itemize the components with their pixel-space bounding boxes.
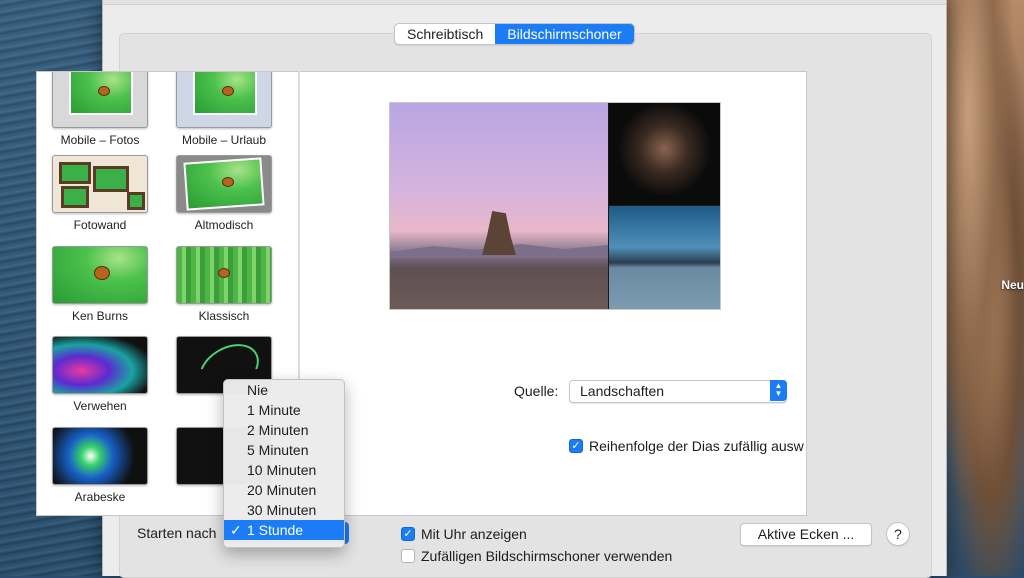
- screensaver-label: Altmodisch: [194, 218, 254, 232]
- ladybug-icon: [223, 87, 233, 95]
- desktop-item-label[interactable]: Neu: [1001, 278, 1024, 292]
- preview-photo-top: [609, 103, 720, 205]
- menu-item-10-minuten[interactable]: 10 Minuten: [224, 460, 344, 480]
- screensaver-label: Mobile – Fotos: [60, 133, 140, 147]
- hot-corners-button[interactable]: Aktive Ecken ...: [740, 523, 872, 546]
- menu-item-label: Nie: [247, 382, 269, 398]
- source-popup[interactable]: Landschaften ▲ ▼: [569, 380, 787, 403]
- source-label: Quelle:: [514, 383, 559, 399]
- screensaver-thumbnail: [52, 72, 148, 128]
- shuffle-checkbox[interactable]: ✓: [569, 439, 583, 453]
- help-button[interactable]: ?: [886, 522, 910, 546]
- screensaver-tile[interactable]: Mobile – Urlaub: [176, 72, 272, 147]
- screensaver-label: Ken Burns: [71, 309, 129, 323]
- window-top-edge: [103, 0, 946, 5]
- random-saver-row[interactable]: Zufälligen Bildschirmschoner verwenden: [401, 548, 672, 564]
- shuffle-label: Reihenfolge der Dias zufällig ausw: [589, 438, 804, 454]
- menu-item-label: 2 Minuten: [247, 422, 309, 438]
- menu-item-label: 1 Minute: [247, 402, 301, 418]
- ladybug-icon: [95, 267, 109, 279]
- screensaver-label: Mobile – Urlaub: [181, 133, 267, 147]
- source-popup-value: Landschaften: [580, 383, 665, 399]
- menu-item-20-minuten[interactable]: 20 Minuten: [224, 480, 344, 500]
- screensaver-thumbnail: [176, 246, 272, 304]
- ladybug-icon: [223, 178, 233, 186]
- screensaver-tile[interactable]: Arabeske: [52, 427, 148, 504]
- screensaver-label: Arabeske: [74, 490, 126, 504]
- random-saver-checkbox[interactable]: [401, 549, 415, 563]
- screensaver-label: Verwehen: [73, 399, 127, 413]
- screensaver-label: Klassisch: [198, 309, 250, 323]
- start-after-label: Starten nach: [137, 525, 217, 541]
- menu-item-5-minuten[interactable]: 5 Minuten: [224, 440, 344, 460]
- menu-item-1-stunde[interactable]: ✓ 1 Stunde: [224, 520, 344, 540]
- checkmark-icon: ✓: [230, 522, 242, 538]
- tab-segmented-control: Schreibtisch Bildschirmschoner: [394, 23, 635, 45]
- up-down-arrows-icon: ▲ ▼: [770, 380, 787, 401]
- random-saver-label: Zufälligen Bildschirmschoner verwenden: [421, 548, 673, 564]
- screensaver-preview: [389, 102, 721, 310]
- screensaver-thumbnail: [52, 336, 148, 394]
- screensaver-label: Fotowand: [73, 218, 127, 232]
- screensaver-thumbnail: [176, 72, 272, 128]
- tab-bildschirmschoner[interactable]: Bildschirmschoner: [495, 24, 634, 44]
- show-clock-row[interactable]: ✓ Mit Uhr anzeigen: [401, 526, 527, 542]
- screensaver-thumbnail: [52, 246, 148, 304]
- screensaver-tile[interactable]: Altmodisch: [176, 155, 272, 232]
- menu-item-2-minuten[interactable]: 2 Minuten: [224, 420, 344, 440]
- screensaver-thumbnail: [176, 155, 272, 213]
- menu-item-nie[interactable]: Nie: [224, 380, 344, 400]
- start-after-menu: Nie 1 Minute 2 Minuten 5 Minuten 10 Minu…: [223, 379, 345, 548]
- preview-photo-main: [390, 103, 608, 309]
- preview-photo-bottom: [609, 206, 720, 309]
- show-clock-checkbox[interactable]: ✓: [401, 527, 415, 541]
- shuffle-checkbox-row[interactable]: ✓ Reihenfolge der Dias zufällig ausw: [569, 438, 804, 454]
- tab-schreibtisch[interactable]: Schreibtisch: [395, 24, 495, 44]
- screensaver-tile[interactable]: Ken Burns: [52, 246, 148, 323]
- screensaver-tile[interactable]: Fotowand: [52, 155, 148, 232]
- menu-item-label: 10 Minuten: [247, 462, 317, 478]
- ladybug-icon: [219, 269, 229, 277]
- screensaver-thumbnail: [52, 427, 148, 485]
- screensaver-thumbnail: [52, 155, 148, 213]
- menu-item-30-minuten[interactable]: 30 Minuten: [224, 500, 344, 520]
- screensaver-tile[interactable]: Klassisch: [176, 246, 272, 323]
- menu-item-label: 1 Stunde: [247, 522, 304, 538]
- screensaver-tile[interactable]: Verwehen: [52, 336, 148, 413]
- menu-item-label: 20 Minuten: [247, 482, 317, 498]
- ladybug-icon: [99, 87, 109, 95]
- screensaver-tile[interactable]: Mobile – Fotos: [52, 72, 148, 147]
- menu-item-label: 30 Minuten: [247, 502, 317, 518]
- menu-item-label: 5 Minuten: [247, 442, 309, 458]
- show-clock-label: Mit Uhr anzeigen: [421, 526, 527, 542]
- menu-item-1-minute[interactable]: 1 Minute: [224, 400, 344, 420]
